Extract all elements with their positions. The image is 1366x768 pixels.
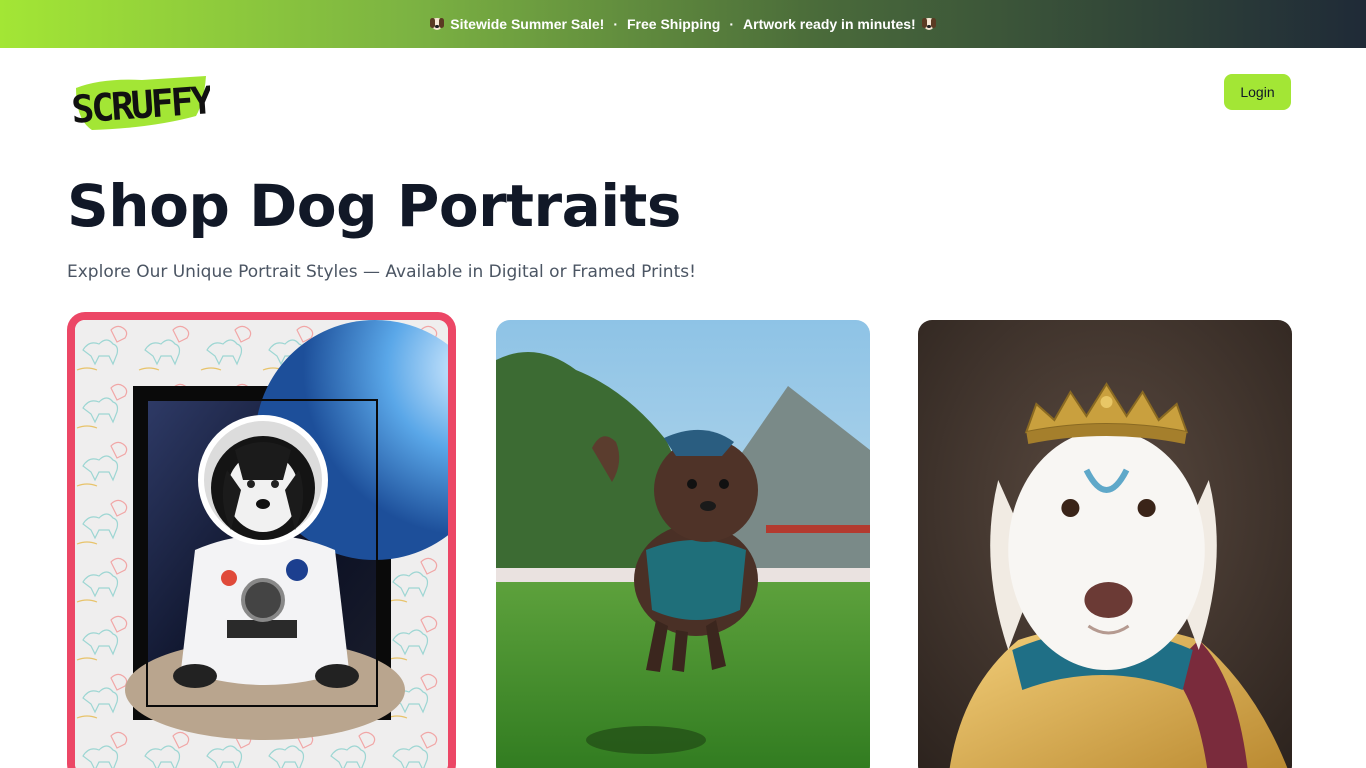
banner-separator: ·: [729, 16, 735, 32]
logo-text: SCRUFFY: [72, 78, 210, 132]
banner-shipping-text: Free Shipping: [627, 16, 721, 32]
banner-artwork-text: Artwork ready in minutes!: [743, 16, 916, 32]
royal-dog-portrait-image: [918, 320, 1292, 768]
running-dog-portrait-image: [496, 320, 870, 768]
logo-graphic: SCRUFFY: [70, 76, 215, 132]
dog-face-icon: [921, 17, 936, 32]
page-title: Shop Dog Portraits: [67, 172, 681, 240]
promo-banner: Sitewide Summer Sale! · Free Shipping · …: [0, 0, 1366, 48]
product-card-royal[interactable]: [918, 320, 1292, 768]
login-button[interactable]: Login: [1224, 74, 1291, 110]
banner-sale-text: Sitewide Summer Sale!: [450, 16, 605, 32]
site-header: SCRUFFY Login: [0, 48, 1366, 148]
page-subtitle: Explore Our Unique Portrait Styles — Ava…: [67, 262, 696, 282]
product-card-astronaut[interactable]: [67, 312, 456, 768]
product-card-running[interactable]: [496, 320, 870, 768]
dog-face-icon: [430, 17, 445, 32]
scruffy-logo[interactable]: SCRUFFY: [70, 72, 215, 134]
banner-separator: ·: [613, 16, 618, 32]
astronaut-dog-portrait-image: [75, 320, 448, 768]
